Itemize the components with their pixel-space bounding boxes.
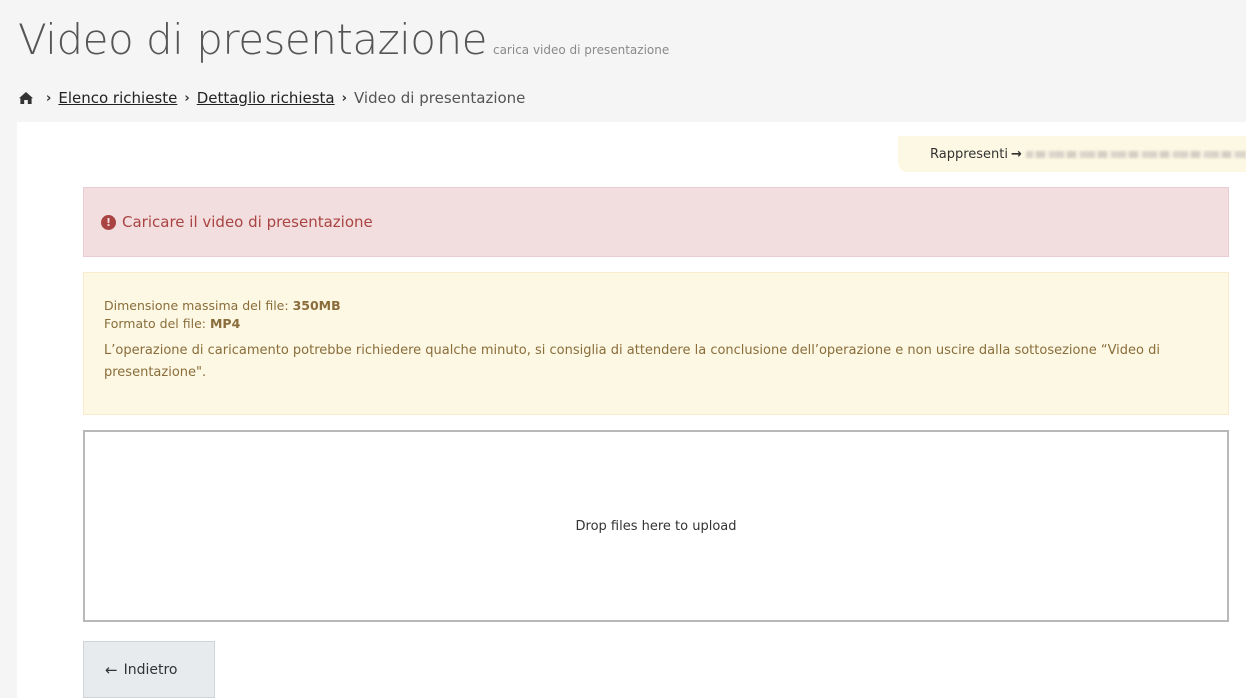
representative-name-redacted — [1025, 150, 1246, 158]
chevron-right-icon: › — [184, 90, 190, 106]
max-size-value: 350MB — [292, 298, 341, 313]
breadcrumb-link-elenco-richieste[interactable]: Elenco richieste — [58, 89, 177, 107]
max-size-label: Dimensione massima del file: — [104, 298, 289, 313]
chevron-right-icon: › — [341, 90, 347, 106]
back-button-label: Indietro — [123, 661, 178, 678]
arrow-right-icon: → — [1011, 146, 1022, 162]
breadcrumb-current: Video di presentazione — [353, 89, 526, 107]
error-message: Caricare il video di presentazione — [122, 213, 373, 231]
upload-note: L’operazione di caricamento potrebbe ric… — [104, 343, 1160, 380]
page-title-text: Video di presentazione — [18, 15, 487, 64]
max-size-line: Dimensione massima del file: 350MB — [104, 297, 1208, 315]
exclamation-circle-icon: ! — [101, 214, 116, 230]
breadcrumb: › Elenco richieste › Dettaglio richiesta… — [18, 89, 525, 107]
file-dropzone[interactable]: Drop files here to upload — [83, 430, 1229, 622]
home-icon[interactable] — [18, 91, 34, 105]
format-value: MP4 — [209, 316, 241, 331]
chevron-right-icon: › — [46, 90, 52, 106]
representative-box: Rappresenti → — [898, 136, 1246, 172]
format-line: Formato del file: MP4 — [104, 315, 1208, 333]
error-alert: ! Caricare il video di presentazione — [83, 187, 1229, 257]
upload-info-alert: Dimensione massima del file: 350MB Forma… — [83, 272, 1229, 415]
breadcrumb-link-dettaglio-richiesta[interactable]: Dettaglio richiesta — [197, 89, 335, 107]
dropzone-message: Drop files here to upload — [575, 518, 737, 534]
format-label: Formato del file: — [104, 316, 206, 331]
page-subtitle: carica video di presentazione — [492, 43, 670, 57]
back-button[interactable]: ← Indietro — [83, 641, 215, 698]
page-title: Video di presentazione carica video di pr… — [18, 12, 669, 78]
arrow-left-icon: ← — [105, 660, 118, 679]
representative-label: Rappresenti — [930, 146, 1008, 162]
